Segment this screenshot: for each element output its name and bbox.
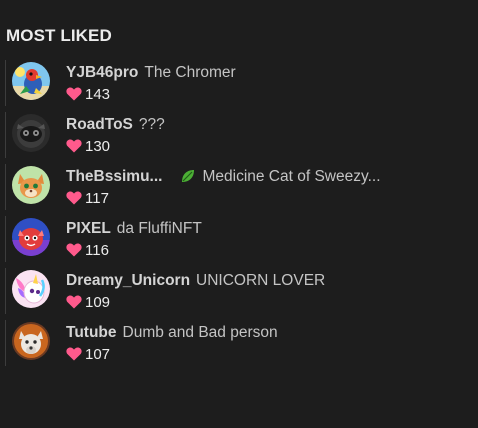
avatar[interactable] xyxy=(12,166,50,204)
row-divider xyxy=(5,112,6,158)
user-bio: Dumb and Bad person xyxy=(122,324,278,341)
user-bio: Medicine Cat of Sweezy... xyxy=(168,168,381,185)
like-count: 116 xyxy=(85,242,109,259)
like-count: 143 xyxy=(85,86,111,103)
row-divider xyxy=(5,320,6,366)
section-title: MOST LIKED xyxy=(6,26,112,45)
row-divider xyxy=(5,164,6,210)
user-bio: ??? xyxy=(138,116,165,133)
like-count: 107 xyxy=(85,346,111,363)
user-bio: da FluffiNFT xyxy=(116,220,202,237)
username-link[interactable]: YJB46pro xyxy=(66,64,138,81)
like-count: 109 xyxy=(85,294,111,311)
heart-icon xyxy=(66,243,82,262)
row-divider xyxy=(5,268,6,314)
list-item: Tutube Dumb and Bad person 107 xyxy=(5,318,473,370)
avatar[interactable] xyxy=(12,218,50,256)
leaf-icon xyxy=(180,168,196,189)
heart-icon xyxy=(66,139,82,158)
list-item: RoadToS??? 130 xyxy=(5,110,473,162)
most-liked-list: YJB46pro The Chromer 143 RoadToS ??? 130… xyxy=(5,58,473,370)
row-divider xyxy=(5,216,6,262)
username-link[interactable]: Tutube xyxy=(66,324,117,341)
heart-icon xyxy=(66,191,82,210)
avatar[interactable] xyxy=(12,322,50,360)
username-link[interactable]: RoadToS xyxy=(66,116,133,133)
avatar[interactable] xyxy=(12,62,50,100)
avatar[interactable] xyxy=(12,270,50,308)
username-link[interactable]: Dreamy_Unicorn xyxy=(66,272,190,289)
user-bio: The Chromer xyxy=(144,64,236,81)
list-item: YJB46pro The Chromer 143 xyxy=(5,58,473,110)
username-link[interactable]: TheBssimu... xyxy=(66,168,162,185)
like-count: 130 xyxy=(85,138,111,155)
heart-icon xyxy=(66,347,82,366)
user-bio: UNICORN LOVER xyxy=(196,272,326,289)
list-item: PIXEL da FluffiNFT 116 xyxy=(5,214,473,266)
heart-icon xyxy=(66,87,82,106)
username-link[interactable]: PIXEL xyxy=(66,220,111,237)
list-item: Dreamy_Unicorn UNICORN LOVER 109 xyxy=(5,266,473,318)
avatar[interactable] xyxy=(12,114,50,152)
like-count: 117 xyxy=(85,190,109,207)
heart-icon xyxy=(66,295,82,314)
list-item: TheBssimu... Medicine Cat of Sweezy... 11… xyxy=(5,162,473,214)
row-divider xyxy=(5,60,6,106)
most-liked-panel: MOST LIKED YJB46pro The Chromer 143 Road… xyxy=(0,0,478,428)
